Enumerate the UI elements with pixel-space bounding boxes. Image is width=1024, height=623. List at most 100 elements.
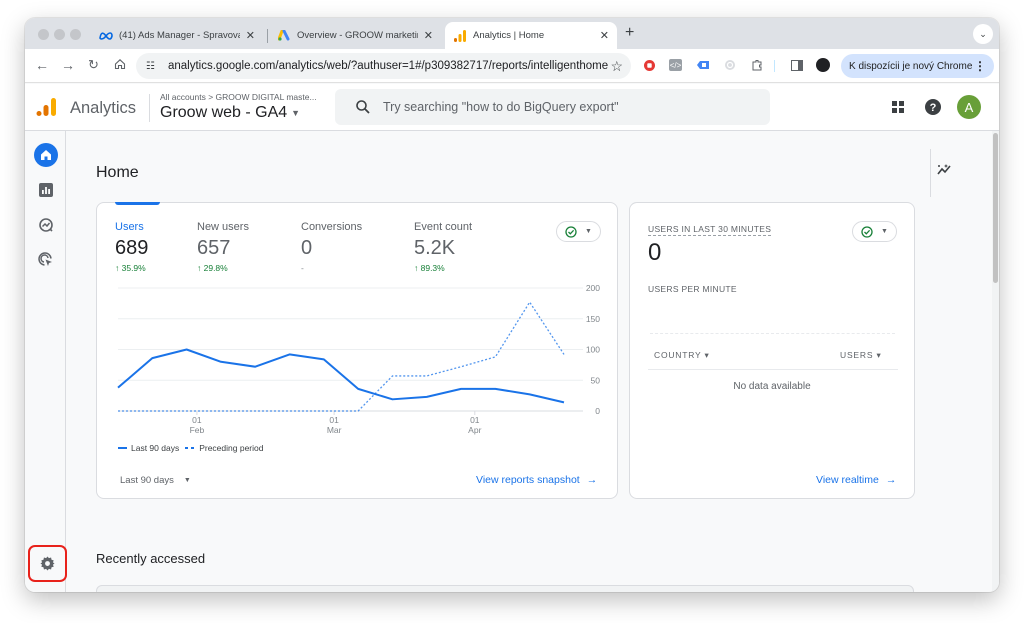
main-content: Home Users 689 ↑ 35.9% New users 657 ↑ 2… xyxy=(67,131,987,592)
meta-icon xyxy=(99,30,113,42)
arrow-right-icon: → xyxy=(885,474,897,486)
nav-home[interactable] xyxy=(34,143,58,167)
header-divider xyxy=(149,94,150,122)
x-tick-month: Apr xyxy=(468,425,481,435)
chevron-down-icon: ⌄ xyxy=(979,28,987,39)
date-range-dropdown[interactable]: Last 90 days ▼ xyxy=(120,475,191,486)
caret-down-icon: ▼ xyxy=(291,108,301,118)
realtime-compare-dropdown[interactable]: ▼ xyxy=(852,221,897,242)
property-selector[interactable]: Groow web - GA4 ▼ xyxy=(160,104,300,122)
google-ads-icon xyxy=(277,30,291,42)
forward-button[interactable]: → xyxy=(61,57,75,73)
y-tick-label: 150 xyxy=(586,314,600,324)
extensions-puzzle-icon[interactable] xyxy=(750,58,764,72)
no-data-message: No data available xyxy=(733,381,811,392)
analytics-icon xyxy=(453,29,467,42)
tab-analytics-home[interactable]: Analytics | Home ✕ xyxy=(445,22,617,49)
record-extension-icon[interactable] xyxy=(642,58,656,72)
account-breadcrumb[interactable]: All accounts > GROOW DIGITAL maste... xyxy=(160,92,317,102)
y-tick-label: 50 xyxy=(591,375,601,385)
profile-avatar[interactable] xyxy=(816,58,830,72)
caret-down-icon: ▼ xyxy=(881,228,888,235)
code-extension-icon[interactable]: </> xyxy=(669,59,682,71)
users-column-header[interactable]: USERS ▾ xyxy=(840,350,882,361)
window-zoom-button[interactable] xyxy=(70,29,81,40)
legend-current: Last 90 days xyxy=(131,443,180,453)
series-line-last-90-days xyxy=(117,348,565,404)
nav-advertising[interactable] xyxy=(34,248,58,272)
legend-previous: Preceding period xyxy=(199,443,264,453)
browser-toolbar: ← → ↻ ☷ analytics.google.com/analytics/w… xyxy=(25,49,999,83)
nav-explore[interactable] xyxy=(34,213,58,237)
analytics-logo-icon xyxy=(36,98,56,116)
overview-card: Users 689 ↑ 35.9% New users 657 ↑ 29.8% … xyxy=(96,202,618,499)
search-input[interactable]: Try searching "how to do BigQuery export… xyxy=(335,89,770,125)
home-outline-icon xyxy=(114,59,126,70)
x-tick-day: 01 xyxy=(470,415,480,425)
help-icon[interactable]: ? xyxy=(923,97,943,117)
tab-strip: (41) Ads Manager - Spravova ✕ Overview -… xyxy=(25,18,999,49)
gear-icon xyxy=(40,556,55,571)
insights-divider xyxy=(930,149,931,197)
home-icon xyxy=(41,150,51,160)
reload-button[interactable]: ↻ xyxy=(88,57,99,73)
tag-extension-icon[interactable] xyxy=(696,58,710,72)
bar-chart-icon xyxy=(39,183,53,197)
account-avatar[interactable]: A xyxy=(957,95,981,119)
arrow-right-icon: → xyxy=(586,474,598,486)
tab-separator xyxy=(267,29,268,43)
back-button[interactable]: ← xyxy=(35,57,49,73)
more-menu-icon[interactable]: ⋮ xyxy=(974,59,986,73)
analytics-header: Analytics All accounts > GROOW DIGITAL m… xyxy=(25,84,999,131)
realtime-title[interactable]: USERS IN LAST 30 MINUTES xyxy=(648,224,772,236)
insights-sparkle-icon xyxy=(937,164,951,175)
users-per-minute-chart xyxy=(650,333,895,334)
link-extension-icon[interactable] xyxy=(723,58,737,72)
side-panel-icon[interactable] xyxy=(790,58,804,72)
view-reports-snapshot-link[interactable]: View reports snapshot → xyxy=(476,474,597,486)
check-circle-icon xyxy=(861,225,873,238)
y-tick-label: 0 xyxy=(595,406,600,416)
home-button[interactable] xyxy=(114,57,126,73)
new-tab-button[interactable]: + xyxy=(625,24,634,42)
realtime-users-value: 0 xyxy=(648,239,662,266)
legend-dashed-swatch xyxy=(185,447,196,449)
tab-ads-manager[interactable]: (41) Ads Manager - Spravova ✕ xyxy=(91,22,263,49)
nav-reports[interactable] xyxy=(34,178,58,202)
search-icon xyxy=(356,100,370,114)
x-tick-month: Feb xyxy=(190,425,205,435)
chart-legend: Last 90 days Preceding period xyxy=(118,443,263,453)
x-tick-month: Mar xyxy=(327,425,342,435)
bookmark-star-icon[interactable]: ☆ xyxy=(610,58,623,75)
window-close-button[interactable] xyxy=(38,29,49,40)
users-per-minute-label: USERS PER MINUTE xyxy=(648,284,737,294)
close-tab-icon[interactable]: ✕ xyxy=(246,29,255,42)
close-tab-icon[interactable]: ✕ xyxy=(424,29,433,42)
apps-grid-icon[interactable] xyxy=(888,97,908,117)
country-column-header[interactable]: COUNTRY ▾ xyxy=(654,350,710,361)
address-bar[interactable]: ☷ analytics.google.com/analytics/web/?au… xyxy=(136,53,631,79)
chrome-update-button[interactable]: K dispozícii je nový Chrome ⋮ xyxy=(841,54,994,78)
realtime-card: USERS IN LAST 30 MINUTES 0 ▼ USERS PER M… xyxy=(629,202,915,499)
y-tick-label: 200 xyxy=(586,283,600,293)
page-scrollbar[interactable] xyxy=(992,131,999,592)
close-tab-icon[interactable]: ✕ xyxy=(600,29,609,42)
left-navigation xyxy=(25,131,67,592)
x-tick-day: 01 xyxy=(329,415,339,425)
scrollbar-thumb[interactable] xyxy=(993,133,998,283)
table-header-divider xyxy=(648,369,898,370)
legend-solid-swatch xyxy=(118,447,127,449)
insights-button[interactable] xyxy=(936,163,956,183)
app-name: Analytics xyxy=(70,99,137,117)
tab-search-button[interactable]: ⌄ xyxy=(973,24,993,44)
recently-accessed-card xyxy=(96,585,914,592)
advertising-icon xyxy=(38,252,52,266)
site-settings-icon[interactable]: ☷ xyxy=(146,61,160,72)
browser-window: (41) Ads Manager - Spravova ✕ Overview -… xyxy=(25,18,999,592)
admin-settings-button[interactable] xyxy=(28,545,67,582)
tab-google-ads[interactable]: Overview - GROOW marketing ✕ xyxy=(269,22,441,49)
view-realtime-link[interactable]: View realtime → xyxy=(816,474,896,486)
window-minimize-button[interactable] xyxy=(54,29,65,40)
x-tick-day: 01 xyxy=(192,415,202,425)
explore-icon xyxy=(39,218,53,232)
